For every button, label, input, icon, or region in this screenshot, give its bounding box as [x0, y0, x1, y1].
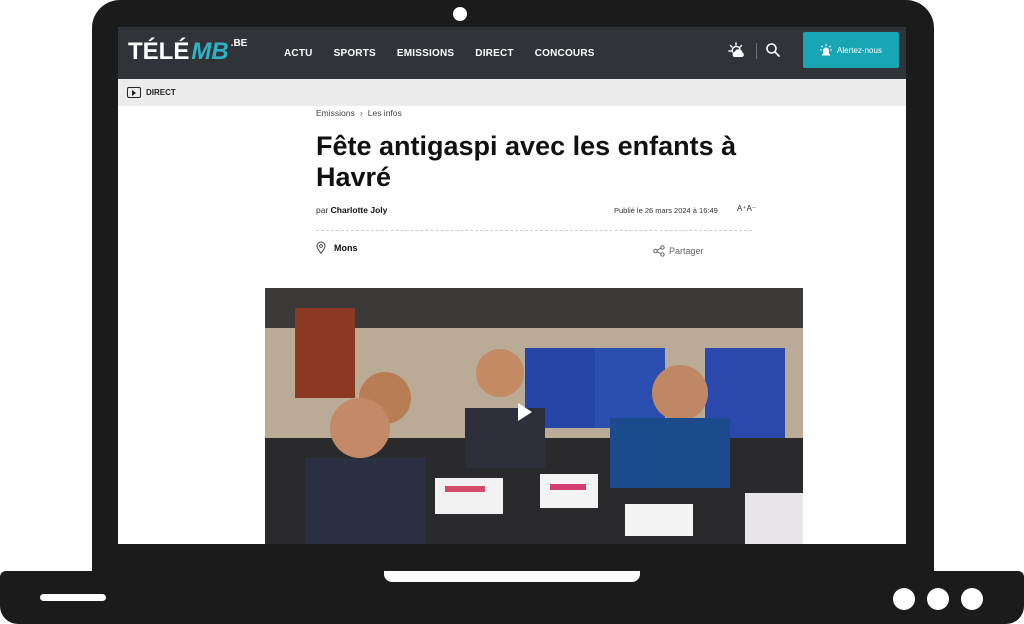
base-slot [40, 594, 106, 601]
breadcrumb: Emissions › Les infos [316, 108, 402, 118]
logo-be: .BE [230, 38, 248, 49]
alert-us-button[interactable]: Alertez-nous [803, 32, 899, 68]
base-dot [927, 588, 949, 610]
logo-mb: MB [191, 38, 229, 65]
author-link[interactable]: Charlotte Joly [331, 205, 388, 215]
alarm-icon [820, 44, 833, 56]
video-player[interactable] [265, 288, 803, 544]
live-label: DIRECT [146, 88, 176, 97]
published-date: Publié le 26 mars 2024 à 16:49 [614, 206, 718, 215]
chevron-right-icon: › [359, 108, 363, 118]
map-pin-icon [316, 241, 326, 254]
base-notch [384, 571, 640, 582]
base-dot [893, 588, 915, 610]
browser-screen: TÉLÉ MB .BE ACTU SPORTS EMISSIONS DIRECT… [118, 27, 906, 544]
logo-tele: TÉLÉ [128, 38, 190, 65]
nav-item-direct[interactable]: DIRECT [475, 48, 513, 59]
live-play-icon [127, 87, 141, 98]
location: Mons [316, 241, 358, 254]
header-separator [756, 43, 757, 59]
divider [316, 230, 752, 231]
breadcrumb-les-infos[interactable]: Les infos [368, 108, 402, 118]
weather-sun-cloud-icon[interactable] [728, 41, 748, 61]
video-thumbnail [265, 288, 803, 544]
search-icon[interactable] [764, 41, 782, 59]
byline: par Charlotte Joly [316, 205, 387, 215]
share-label: Partager [669, 246, 704, 256]
live-link[interactable]: DIRECT [127, 87, 176, 98]
share-button[interactable]: Partager [653, 245, 704, 257]
location-label[interactable]: Mons [334, 243, 358, 253]
laptop-base [0, 571, 1024, 624]
site-header: TÉLÉ MB .BE ACTU SPORTS EMISSIONS DIRECT… [118, 27, 906, 79]
live-bar: DIRECT [118, 79, 906, 106]
breadcrumb-emissions[interactable]: Emissions [316, 108, 355, 118]
nav-item-emissions[interactable]: EMISSIONS [397, 48, 454, 59]
font-size-icon[interactable]: A⁺A⁻ [737, 204, 756, 213]
play-icon[interactable] [518, 403, 532, 421]
main-nav: ACTU SPORTS EMISSIONS DIRECT CONCOURS [284, 27, 616, 79]
site-logo[interactable]: TÉLÉ MB .BE [128, 35, 247, 69]
base-dot [961, 588, 983, 610]
nav-item-concours[interactable]: CONCOURS [535, 48, 595, 59]
nav-item-sports[interactable]: SPORTS [334, 48, 376, 59]
byline-prefix: par [316, 205, 329, 215]
alert-button-label: Alertez-nous [837, 45, 882, 55]
article-title: Fête antigaspi avec les enfants à Havré [316, 131, 737, 192]
webcam [453, 7, 467, 21]
nav-item-actu[interactable]: ACTU [284, 48, 313, 59]
share-icon [653, 245, 665, 257]
